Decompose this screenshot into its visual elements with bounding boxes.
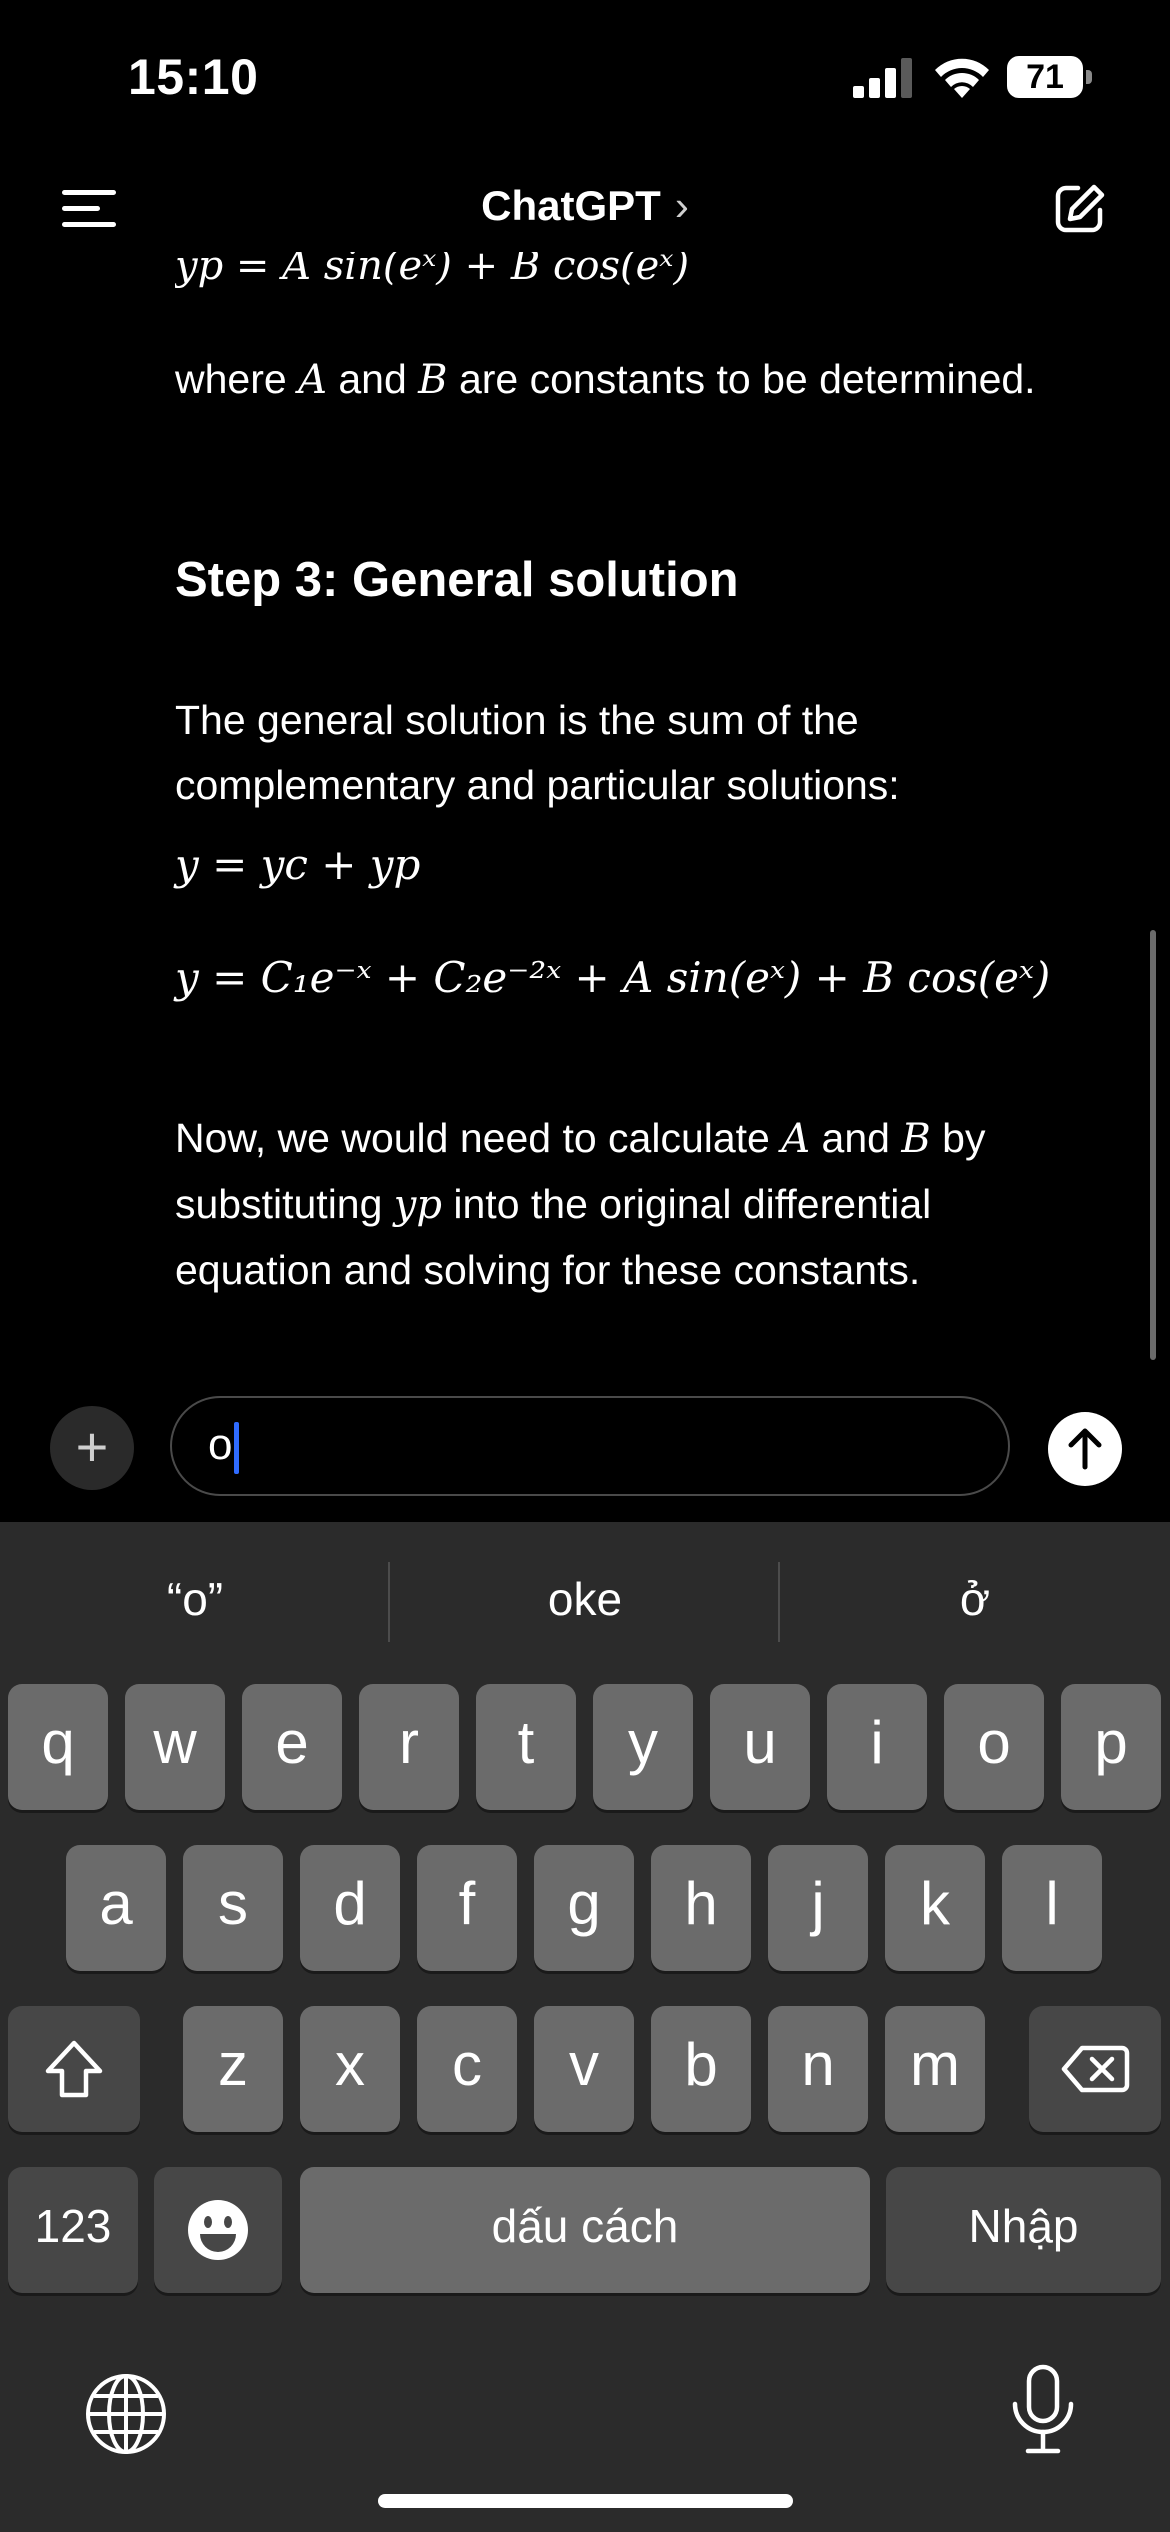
key-n[interactable]: n xyxy=(768,2006,868,2132)
key-s[interactable]: s xyxy=(183,1845,283,1971)
signal-icon xyxy=(853,58,912,98)
text: and xyxy=(810,1115,902,1161)
globe-icon[interactable] xyxy=(84,2372,168,2456)
header-title-button[interactable]: ChatGPT › xyxy=(0,182,1170,230)
attach-button[interactable]: + xyxy=(50,1406,134,1490)
key-q[interactable]: q xyxy=(8,1684,108,1810)
status-bar: 15:10 71 xyxy=(0,0,1170,150)
text: and xyxy=(326,356,419,402)
key-d[interactable]: d xyxy=(300,1845,400,1971)
partial-equation: yp = A sin(eˣ) + B cos(eˣ) xyxy=(175,252,689,306)
paragraph-general-solution: The general solution is the sum of the c… xyxy=(175,697,900,808)
battery-indicator: 71 xyxy=(1007,56,1093,100)
suggestion-1[interactable]: “o” xyxy=(0,1572,390,1626)
equation-general: y = C₁e⁻ˣ + C₂e⁻²ˣ + A sin(eˣ) + B cos(e… xyxy=(175,953,1050,1002)
emoji-key[interactable] xyxy=(154,2167,282,2293)
space-key[interactable]: dấu cách xyxy=(300,2167,870,2293)
paragraph-constants: where A and B are constants to be determ… xyxy=(175,347,1075,413)
delete-key[interactable] xyxy=(1029,2006,1161,2132)
text: Now, we would need to calculate xyxy=(175,1115,782,1161)
partial-equation-text: yp = A sin(eˣ) + B cos(eˣ) xyxy=(175,252,690,289)
header-title: ChatGPT xyxy=(481,182,661,229)
wifi-icon xyxy=(935,58,989,98)
shift-icon xyxy=(45,2040,103,2098)
key-u[interactable]: u xyxy=(710,1684,810,1810)
numbers-key[interactable]: 123 xyxy=(8,2167,138,2293)
equation-text: y = C₁e⁻ˣ + C₂e⁻²ˣ + A sin(eˣ) + B cos(e… xyxy=(175,953,1051,1002)
suggestion-2[interactable]: oke xyxy=(390,1572,780,1626)
key-x[interactable]: x xyxy=(300,2006,400,2132)
battery-tip xyxy=(1086,70,1092,84)
math-var: A xyxy=(781,1116,811,1162)
shift-key[interactable] xyxy=(8,2006,140,2132)
screen: 15:10 71 ChatGPT › yp = A sin(eˣ) + B co… xyxy=(0,0,1170,2532)
key-a[interactable]: a xyxy=(66,1845,166,1971)
suggestion-bar: “o” oke ở xyxy=(0,1522,1170,1682)
composer: + o xyxy=(0,1390,1170,1520)
key-r[interactable]: r xyxy=(359,1684,459,1810)
header: ChatGPT › xyxy=(0,160,1170,255)
return-key[interactable]: Nhập xyxy=(886,2167,1161,2293)
key-y[interactable]: y xyxy=(593,1684,693,1810)
compose-icon[interactable] xyxy=(1054,182,1106,234)
suggestion-3[interactable]: ở xyxy=(780,1572,1170,1626)
status-time: 15:10 xyxy=(128,49,259,105)
key-v[interactable]: v xyxy=(534,2006,634,2132)
emoji-icon xyxy=(188,2200,248,2260)
math-var: A xyxy=(298,357,327,403)
text: where xyxy=(175,356,299,402)
key-k[interactable]: k xyxy=(885,1845,985,1971)
key-o[interactable]: o xyxy=(944,1684,1044,1810)
key-f[interactable]: f xyxy=(417,1845,517,1971)
home-indicator[interactable] xyxy=(378,2494,793,2508)
text-caret xyxy=(234,1422,239,1474)
key-h[interactable]: h xyxy=(651,1845,751,1971)
send-button[interactable] xyxy=(1048,1412,1122,1486)
key-j[interactable]: j xyxy=(768,1845,868,1971)
microphone-icon[interactable] xyxy=(1008,2364,1078,2456)
key-l[interactable]: l xyxy=(1002,1845,1102,1971)
battery-level: 71 xyxy=(1007,56,1083,98)
math-var: B xyxy=(901,1116,931,1162)
message-input[interactable]: o xyxy=(170,1396,1010,1496)
scrollbar[interactable] xyxy=(1150,930,1156,1360)
key-w[interactable]: w xyxy=(125,1684,225,1810)
section-heading: Step 3: General solution xyxy=(175,553,739,607)
key-t[interactable]: t xyxy=(476,1684,576,1810)
key-p[interactable]: p xyxy=(1061,1684,1161,1810)
keyboard: “o” oke ở q w e r t y u i o p a s d f g … xyxy=(0,1522,1170,2532)
key-b[interactable]: b xyxy=(651,2006,751,2132)
equation-text: y = yc + yp xyxy=(175,840,421,889)
key-c[interactable]: c xyxy=(417,2006,517,2132)
math-var: yp xyxy=(393,1182,442,1228)
key-z[interactable]: z xyxy=(183,2006,283,2132)
paragraph-next-step: Now, we would need to calculate A and B … xyxy=(175,1106,1075,1303)
key-i[interactable]: i xyxy=(827,1684,927,1810)
key-e[interactable]: e xyxy=(242,1684,342,1810)
chevron-right-icon: › xyxy=(674,182,689,229)
delete-icon xyxy=(1061,2045,1130,2093)
message-input-value: o xyxy=(208,1420,233,1469)
text: are constants to be determined. xyxy=(447,356,1036,402)
math-var: B xyxy=(418,357,448,403)
arrow-up-icon xyxy=(1068,1428,1102,1470)
key-g[interactable]: g xyxy=(534,1845,634,1971)
equation-sum: y = yc + yp xyxy=(175,840,420,889)
key-m[interactable]: m xyxy=(885,2006,985,2132)
